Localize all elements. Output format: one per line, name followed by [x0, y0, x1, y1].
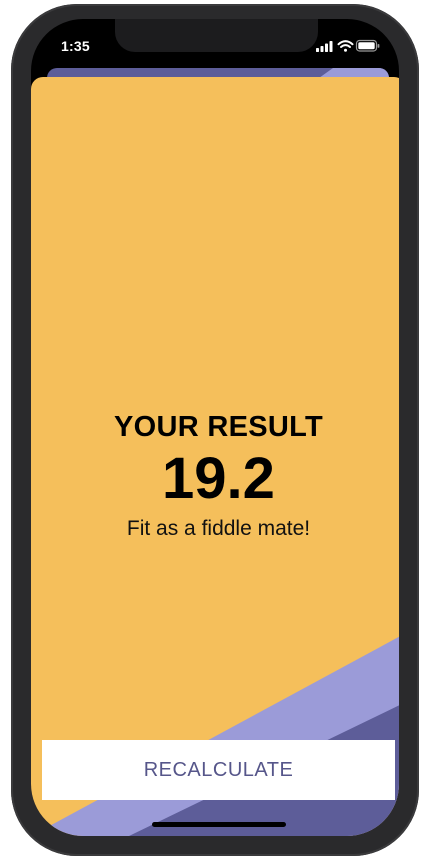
wifi-icon: [337, 40, 354, 52]
status-icons: [316, 39, 380, 53]
result-title: YOUR RESULT: [114, 411, 323, 443]
battery-icon: [355, 39, 380, 52]
phone-screen: 1:35 YOUR RESULT 19.2 Fit as a fiddle ma…: [31, 19, 399, 836]
notch: [115, 19, 318, 52]
home-indicator: [152, 822, 286, 827]
bmi-value: 19.2: [162, 446, 275, 511]
volume-down-button: [18, 256, 24, 316]
signal-icon: [316, 41, 333, 52]
volume-up-button: [18, 187, 24, 247]
result-sheet: YOUR RESULT 19.2 Fit as a fiddle mate! R…: [31, 77, 399, 836]
recalculate-button[interactable]: RECALCULATE: [42, 740, 395, 800]
result-message: Fit as a fiddle mate!: [126, 517, 311, 540]
silent-switch: [18, 124, 24, 156]
status-time: 1:35: [61, 38, 90, 54]
